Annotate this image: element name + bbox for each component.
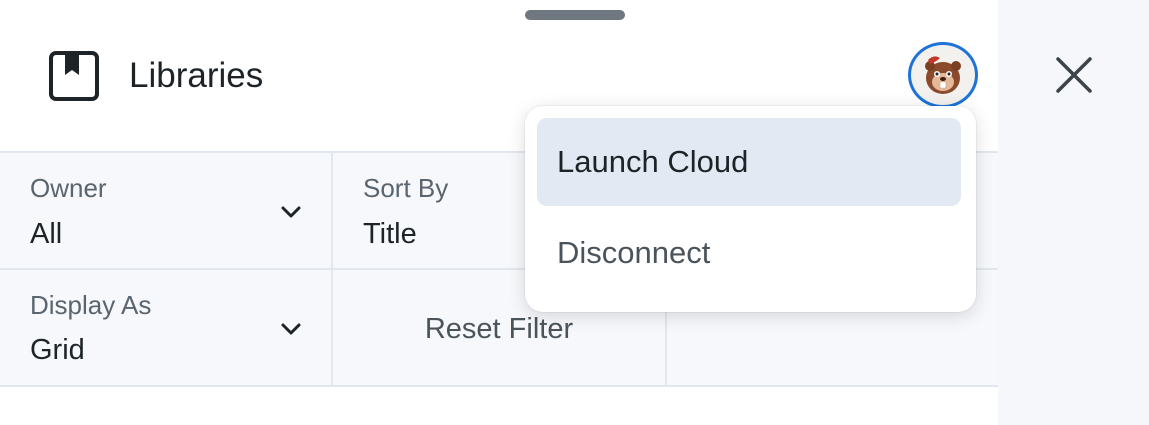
sort-by-value: Title: [363, 218, 417, 250]
chevron-down-icon: [281, 323, 301, 335]
display-as-select[interactable]: Display As Grid: [0, 270, 331, 387]
owner-select[interactable]: Owner All: [0, 153, 331, 268]
close-button[interactable]: [1049, 50, 1099, 100]
library-icon: [49, 51, 99, 101]
avatar: [908, 42, 978, 108]
display-as-label: Display As: [30, 290, 152, 320]
libraries-panel: Libraries Owner All Sort By Title Displa…: [0, 0, 998, 425]
close-icon: [1056, 57, 1092, 93]
owner-label: Owner: [30, 173, 107, 203]
page-title: Libraries: [129, 56, 264, 95]
sort-by-label: Sort By: [363, 173, 449, 203]
menu-item-launch-cloud[interactable]: Launch Cloud: [537, 118, 961, 206]
account-avatar-button[interactable]: [907, 42, 979, 108]
account-dropdown-menu: Launch Cloud Disconnect: [525, 106, 976, 312]
chevron-down-icon: [281, 206, 301, 218]
page: Libraries Owner All Sort By Title Displa…: [0, 0, 1149, 425]
owner-value: All: [30, 218, 63, 250]
menu-item-disconnect[interactable]: Disconnect: [537, 209, 961, 297]
beaver-avatar-icon: [925, 56, 961, 94]
display-as-value: Grid: [30, 334, 85, 366]
overlay-backdrop: [998, 0, 1149, 425]
